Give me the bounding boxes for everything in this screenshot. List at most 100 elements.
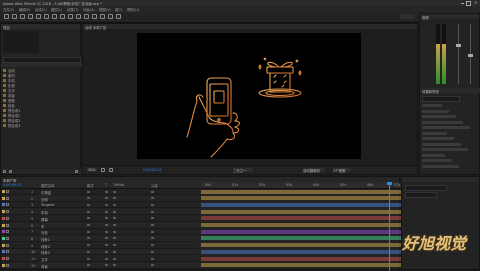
effects-list-item[interactable] bbox=[422, 131, 447, 135]
effects-list-item[interactable] bbox=[422, 142, 461, 146]
viewer-tab[interactable]: 合成 手机广告 bbox=[83, 24, 417, 30]
minimize-icon[interactable] bbox=[461, 3, 464, 4]
pan-tool-icon[interactable] bbox=[52, 14, 57, 19]
layer-switch[interactable] bbox=[105, 250, 108, 253]
label-color-swatch[interactable] bbox=[2, 243, 5, 247]
layer-switch[interactable] bbox=[87, 230, 90, 233]
view-layout-dropdown[interactable]: 1个视图 bbox=[333, 167, 351, 173]
layer-switch[interactable] bbox=[113, 224, 116, 226]
layer-name[interactable]: 手机 bbox=[41, 210, 48, 215]
project-item[interactable]: 预合成3 bbox=[3, 118, 80, 123]
playhead-handle[interactable] bbox=[387, 182, 392, 185]
layer-duration-bar[interactable] bbox=[201, 256, 401, 261]
layer-switch[interactable] bbox=[105, 203, 108, 206]
label-color-swatch[interactable] bbox=[2, 203, 5, 207]
layer-switch[interactable] bbox=[151, 257, 154, 260]
layer-switch[interactable] bbox=[87, 217, 90, 220]
layer-switch[interactable] bbox=[87, 190, 90, 193]
layer-duration-bar[interactable] bbox=[201, 249, 401, 254]
volume-slider-handle-2[interactable] bbox=[468, 54, 473, 57]
layer-switch[interactable] bbox=[151, 210, 154, 213]
project-item[interactable]: 手机 bbox=[3, 78, 80, 83]
character-tab[interactable] bbox=[402, 177, 479, 182]
layer-switch[interactable] bbox=[87, 210, 90, 213]
layer-duration-bar[interactable] bbox=[201, 202, 401, 207]
layer-switch[interactable] bbox=[113, 237, 116, 240]
visibility-eye-icon[interactable] bbox=[6, 210, 9, 214]
layer-duration-bar[interactable] bbox=[201, 263, 401, 268]
layer-row[interactable]: 10 线条3 bbox=[1, 249, 199, 256]
label-color-swatch[interactable] bbox=[2, 236, 5, 240]
layer-switch[interactable] bbox=[151, 197, 154, 200]
layer-row[interactable]: 3 Tangent bbox=[1, 202, 199, 209]
effects-list-item[interactable] bbox=[422, 148, 468, 151]
eraser-tool-icon[interactable] bbox=[100, 14, 105, 19]
zoom-tool-icon[interactable] bbox=[28, 14, 33, 19]
layer-switch[interactable] bbox=[87, 197, 90, 200]
layer-switch[interactable] bbox=[105, 217, 108, 220]
project-item[interactable]: 背景 bbox=[3, 93, 80, 98]
project-item[interactable]: 纯色 bbox=[3, 103, 80, 108]
layer-switch[interactable] bbox=[113, 217, 116, 220]
layer-name[interactable]: 线条2 bbox=[41, 244, 50, 249]
timeline-timecode[interactable]: 0:00:05:12 bbox=[3, 183, 22, 187]
layer-switch[interactable] bbox=[105, 210, 108, 213]
brush-tool-icon[interactable] bbox=[84, 14, 89, 19]
layer-switch[interactable] bbox=[113, 257, 116, 260]
playhead[interactable] bbox=[389, 182, 390, 271]
visibility-eye-icon[interactable] bbox=[6, 230, 9, 234]
project-tab[interactable]: 项目 bbox=[1, 24, 80, 30]
layer-switch[interactable] bbox=[113, 190, 116, 193]
layer-row[interactable]: 8 线条1 bbox=[1, 235, 199, 242]
layer-switch[interactable] bbox=[151, 217, 154, 220]
layer-switch[interactable] bbox=[151, 250, 154, 253]
label-color-swatch[interactable] bbox=[2, 216, 5, 220]
visibility-eye-icon[interactable] bbox=[6, 263, 9, 267]
fit-icon[interactable] bbox=[101, 167, 105, 172]
home-icon[interactable] bbox=[4, 14, 9, 19]
layer-switch[interactable] bbox=[87, 264, 90, 267]
layer-switch[interactable] bbox=[87, 203, 90, 206]
label-color-swatch[interactable] bbox=[2, 230, 5, 234]
project-item[interactable]: 预合成1 bbox=[3, 108, 80, 113]
layer-row[interactable]: 9 线条2 bbox=[1, 242, 199, 249]
layer-row[interactable]: 12 背景 bbox=[1, 262, 199, 269]
trash-icon[interactable] bbox=[75, 170, 78, 173]
project-item[interactable]: 礼物 bbox=[3, 83, 80, 88]
layer-switch[interactable] bbox=[105, 257, 108, 260]
layer-switch[interactable] bbox=[151, 244, 154, 247]
layer-duration-bar[interactable] bbox=[201, 223, 401, 227]
layer-name[interactable]: 文字 bbox=[41, 257, 48, 262]
layer-name[interactable]: 丝带 bbox=[41, 197, 48, 202]
quality-dropdown[interactable]: 二分之一 bbox=[233, 167, 253, 173]
layer-name[interactable]: 线条1 bbox=[41, 237, 50, 242]
font-style-dropdown[interactable] bbox=[405, 192, 437, 198]
label-color-swatch[interactable] bbox=[2, 196, 5, 200]
workspace-button[interactable] bbox=[400, 14, 415, 19]
visibility-eye-icon[interactable] bbox=[6, 243, 9, 247]
layer-switch[interactable] bbox=[151, 203, 154, 206]
layer-switch[interactable] bbox=[87, 257, 90, 260]
effects-list-item[interactable] bbox=[422, 159, 452, 162]
layer-row[interactable]: 6手 bbox=[1, 222, 199, 229]
layer-row[interactable]: 11 文字 bbox=[1, 256, 199, 262]
layer-switch[interactable] bbox=[105, 264, 108, 267]
effects-list-item[interactable] bbox=[422, 164, 459, 168]
layer-switch[interactable] bbox=[113, 244, 116, 247]
label-color-swatch[interactable] bbox=[2, 190, 5, 193]
layer-duration-bar[interactable] bbox=[201, 189, 401, 194]
layer-duration-bar[interactable] bbox=[201, 229, 401, 234]
hand-tool-icon[interactable] bbox=[20, 14, 25, 19]
label-color-swatch[interactable] bbox=[2, 223, 5, 227]
camera-tool-icon[interactable] bbox=[44, 14, 49, 19]
layer-switch[interactable] bbox=[151, 190, 154, 193]
layer-row[interactable]: 4 手机 bbox=[1, 209, 199, 216]
layer-switch[interactable] bbox=[151, 237, 154, 240]
text-tool-icon[interactable] bbox=[76, 14, 81, 19]
layer-switch[interactable] bbox=[87, 250, 90, 253]
clone-tool-icon[interactable] bbox=[92, 14, 97, 19]
layer-name[interactable]: 背景 bbox=[41, 264, 48, 269]
layer-switch[interactable] bbox=[87, 224, 90, 226]
layer-switch[interactable] bbox=[105, 237, 108, 240]
pen-tool-icon[interactable] bbox=[68, 14, 73, 19]
